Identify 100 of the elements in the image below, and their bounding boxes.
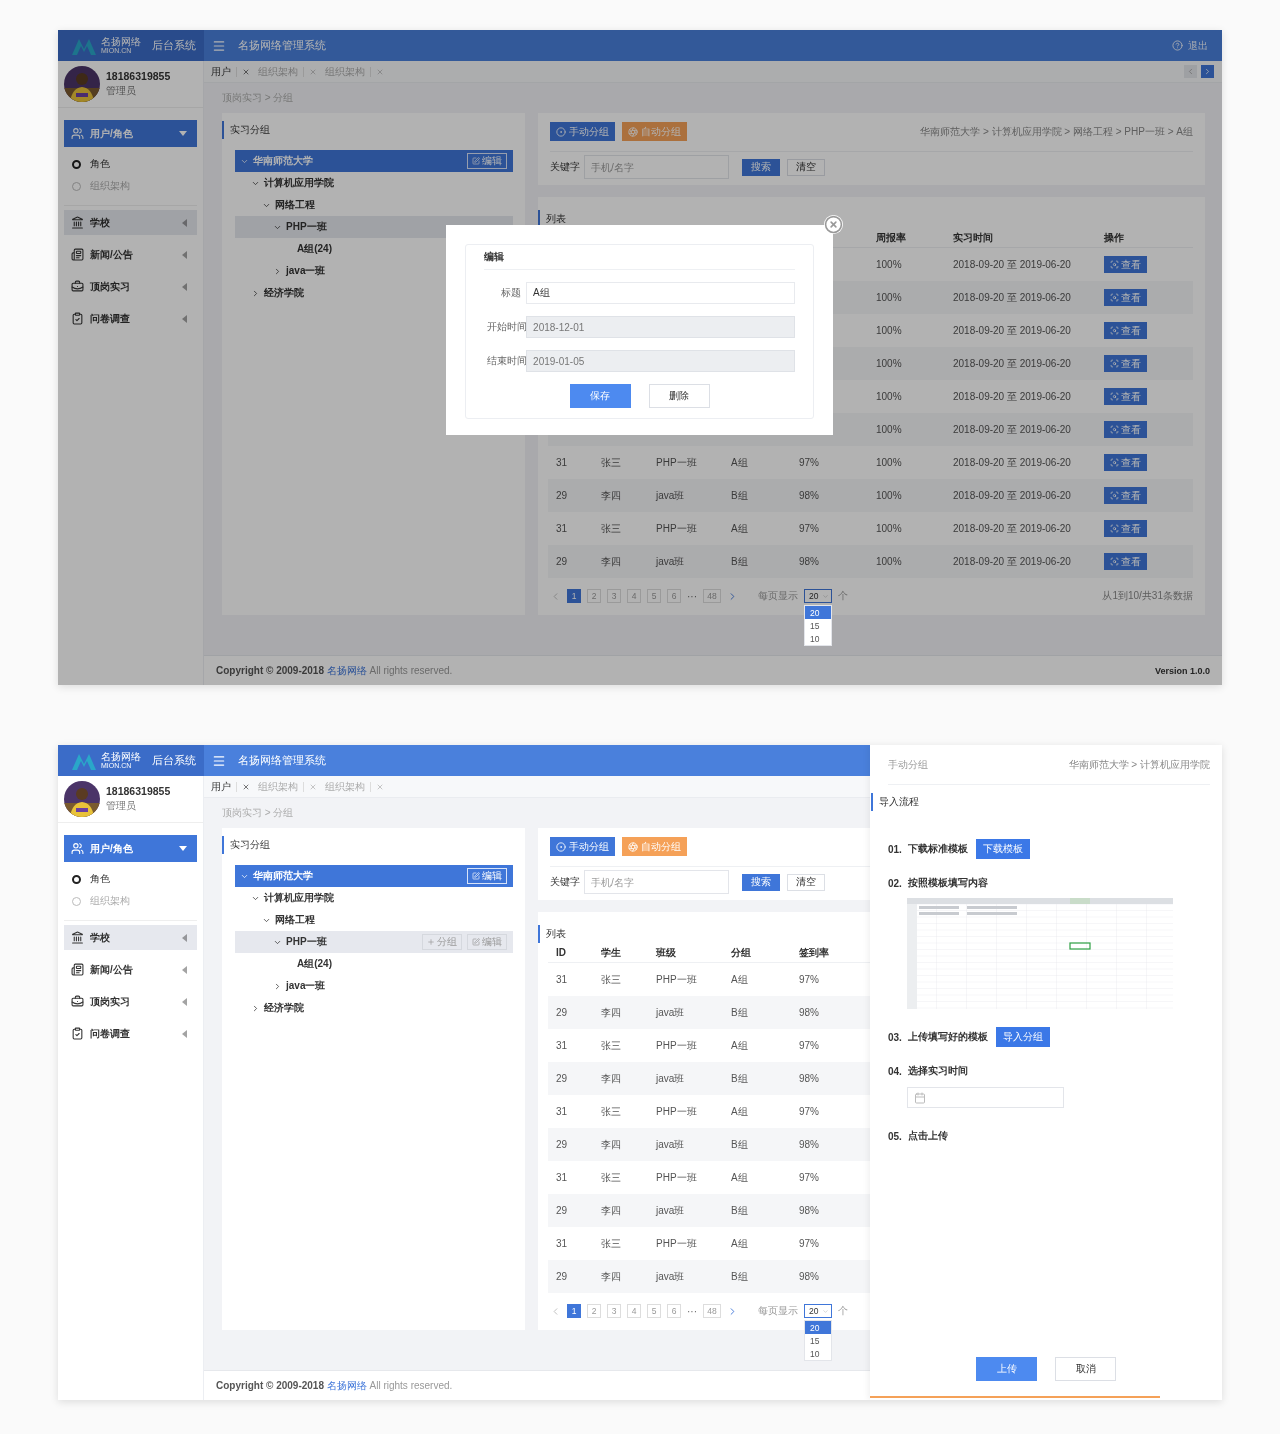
upload-button[interactable]: 上传	[976, 1357, 1037, 1381]
page-button[interactable]: 48	[703, 1304, 721, 1318]
search-button[interactable]: 搜索	[742, 873, 780, 891]
delete-button[interactable]: 删除	[648, 384, 710, 408]
edit-button[interactable]: 编辑	[467, 868, 507, 884]
clear-button[interactable]: 清空	[787, 873, 825, 891]
page-button[interactable]: 5	[647, 1304, 661, 1318]
save-button[interactable]: 保存	[569, 384, 631, 408]
menu-item[interactable]: 用户/角色	[64, 120, 197, 147]
menu-item[interactable]: 顶岗实习	[64, 274, 197, 299]
add-group-button[interactable]: 分组	[422, 934, 462, 950]
page-button[interactable]: 48	[703, 589, 721, 603]
step-button[interactable]: 下载模板	[975, 839, 1030, 859]
tree-node[interactable]: 华南师范大学 编辑	[235, 150, 513, 172]
page-button[interactable]: 1	[567, 1304, 581, 1318]
date-field[interactable]	[907, 1087, 1064, 1108]
per-page-select[interactable]: 20	[804, 1304, 832, 1318]
search-button[interactable]: 搜索	[742, 158, 780, 176]
close-icon[interactable]	[242, 67, 250, 76]
page-button[interactable]: 4	[627, 1304, 641, 1318]
tab[interactable]: 组织架构	[258, 779, 317, 794]
menu-item[interactable]: 新闻/公告	[64, 957, 197, 982]
menu-option[interactable]: 20	[805, 1321, 831, 1334]
edit-button[interactable]: 编辑	[467, 153, 507, 169]
input-field[interactable]: 2019-01-05	[526, 350, 795, 372]
tree-node[interactable]: 计算机应用学院	[235, 887, 513, 909]
view-button[interactable]: 查看	[1104, 520, 1147, 537]
submenu-item[interactable]: 角色	[64, 153, 197, 175]
menu-item[interactable]: 顶岗实习	[64, 989, 197, 1014]
manual-group-button[interactable]: 手动分组	[550, 122, 615, 141]
page-button[interactable]: 6	[667, 1304, 681, 1318]
user-role: 管理员	[106, 84, 137, 98]
menu-icon[interactable]	[212, 38, 226, 53]
search-field[interactable]: 手机/名字	[584, 870, 729, 894]
copyright-text: Copyright © 2009-2018 名扬网络 All rights reserved.	[216, 1378, 453, 1393]
per-page-select[interactable]: 20	[804, 589, 832, 603]
page-button[interactable]: 5	[647, 589, 661, 603]
table-cell-text: 29	[555, 556, 569, 567]
view-button[interactable]: 查看	[1104, 553, 1147, 570]
view-button[interactable]: 查看	[1104, 487, 1147, 504]
view-button[interactable]: 查看	[1104, 289, 1147, 306]
tree-node[interactable]: 网络工程	[235, 194, 513, 216]
input-field[interactable]: A组	[526, 282, 795, 304]
menu-item[interactable]: 用户/角色	[64, 835, 197, 862]
view-button[interactable]: 查看	[1104, 454, 1147, 471]
menu-item[interactable]: 问卷调查	[64, 306, 197, 331]
previous-button[interactable]	[1184, 65, 1197, 78]
tab[interactable]: 组织架构	[325, 779, 384, 794]
column-header: 周报率	[875, 230, 907, 245]
menu-item[interactable]: 学校	[64, 210, 197, 235]
table-cell-text: 31	[555, 1238, 569, 1249]
search-field[interactable]: 手机/名字	[584, 155, 729, 179]
page-button[interactable]: 3	[607, 1304, 621, 1318]
page-button[interactable]: 6	[667, 589, 681, 603]
view-button[interactable]: 查看	[1104, 388, 1147, 405]
menu-item[interactable]: 问卷调查	[64, 1021, 197, 1046]
next-button[interactable]	[1201, 65, 1214, 78]
aperture-icon	[628, 841, 638, 852]
table-cell-text: 97%	[798, 1040, 820, 1051]
tree-node[interactable]: 网络工程	[235, 909, 513, 931]
table-cell-text: PHP一班	[655, 1038, 698, 1053]
table-cell-text: 2018-09-20 至 2019-06-20	[952, 290, 1072, 305]
tree-node[interactable]: 计算机应用学院	[235, 172, 513, 194]
view-button[interactable]: 查看	[1104, 421, 1147, 438]
tree-node[interactable]: java一班	[235, 975, 513, 997]
company-link[interactable]: 名扬网络	[326, 1379, 367, 1391]
clear-button[interactable]: 清空	[787, 158, 825, 176]
company-link[interactable]: 名扬网络	[326, 664, 367, 676]
table-cell-text: java班	[654, 554, 686, 569]
step-button[interactable]: 导入分组	[995, 1027, 1050, 1047]
cancel-button[interactable]: 取消	[1055, 1357, 1116, 1381]
view-button[interactable]: 查看	[1104, 322, 1147, 339]
logout-link[interactable]: 退出	[1188, 38, 1208, 53]
tree-node[interactable]: 华南师范大学 编辑	[235, 865, 513, 887]
help-icon[interactable]	[1172, 40, 1183, 51]
view-button[interactable]: 查看	[1104, 256, 1147, 273]
page-button[interactable]: 3	[607, 589, 621, 603]
page-button[interactable]: 1	[567, 589, 581, 603]
caret-icon	[182, 965, 187, 974]
tree-node[interactable]: 经济学院	[235, 997, 513, 1019]
menu-item[interactable]: 学校	[64, 925, 197, 950]
page-button[interactable]: 2	[587, 589, 601, 603]
manual-group-button[interactable]: 手动分组	[550, 837, 615, 856]
tree-node[interactable]: A组(24)	[235, 953, 513, 975]
submenu-item[interactable]: 组织架构	[64, 890, 197, 912]
tree-node-label: 网络工程	[275, 913, 315, 927]
page-button[interactable]: 2	[587, 1304, 601, 1318]
tab[interactable]: 用户	[211, 64, 250, 79]
edit-icon	[472, 157, 480, 165]
edit-button[interactable]: 编辑	[467, 934, 507, 950]
menu-item[interactable]: 新闻/公告	[64, 242, 197, 267]
menu-icon[interactable]	[212, 753, 226, 768]
tree-node-label: java一班	[286, 979, 326, 993]
menu-option[interactable]: 20	[805, 606, 831, 619]
submenu-item[interactable]: 角色	[64, 868, 197, 890]
input-field[interactable]: 2018-12-01	[526, 316, 795, 338]
view-button[interactable]: 查看	[1104, 355, 1147, 372]
tab[interactable]: 用户	[211, 779, 250, 794]
close-icon[interactable]	[242, 782, 250, 791]
tree-node[interactable]: PHP一班 分组 编辑	[235, 931, 513, 953]
